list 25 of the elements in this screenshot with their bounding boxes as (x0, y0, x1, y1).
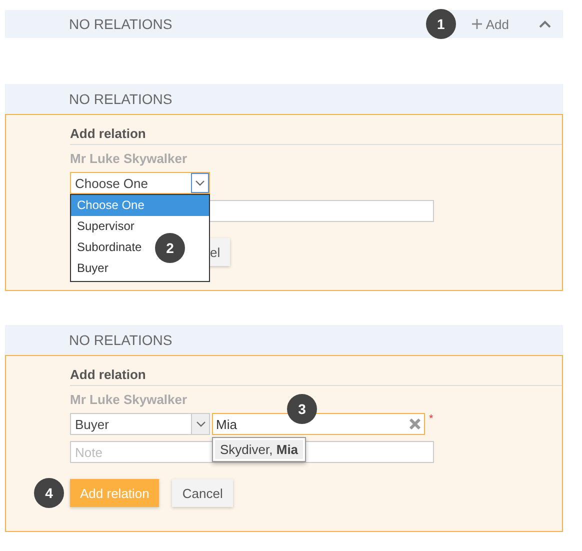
relation-type-select[interactable]: Choose One (70, 172, 210, 194)
person-name: Mr Luke Skywalker (70, 392, 188, 407)
plus-icon (472, 19, 482, 29)
clear-icon (409, 418, 421, 430)
person-name: Mr Luke Skywalker (70, 151, 188, 166)
form-title: Add relation (70, 126, 562, 145)
relation-type-select[interactable]: Buyer (70, 413, 210, 435)
step-badge: 4 (34, 478, 64, 508)
suggestion-item[interactable]: Skydiver, Mia (215, 440, 304, 459)
person-search-field[interactable]: Mia (212, 413, 425, 435)
section-title: NO RELATIONS (69, 16, 174, 32)
add-link[interactable]: Add (466, 16, 515, 32)
section-title: NO RELATIONS (69, 91, 174, 107)
collapse-icon (539, 20, 551, 28)
cancel-button[interactable]: Cancel (172, 479, 233, 507)
dropdown-option[interactable]: Buyer (71, 258, 114, 279)
step-badge: 3 (287, 394, 317, 424)
step-badge: 1 (426, 9, 456, 39)
dropdown-icon (195, 180, 205, 186)
dropdown-icon (196, 421, 206, 427)
form-title: Add relation (70, 367, 562, 386)
dropdown-option[interactable]: Subordinate (71, 237, 148, 258)
required-mark: * (429, 413, 434, 427)
dropdown-option[interactable]: Supervisor (71, 216, 140, 237)
section-title: NO RELATIONS (69, 332, 174, 348)
